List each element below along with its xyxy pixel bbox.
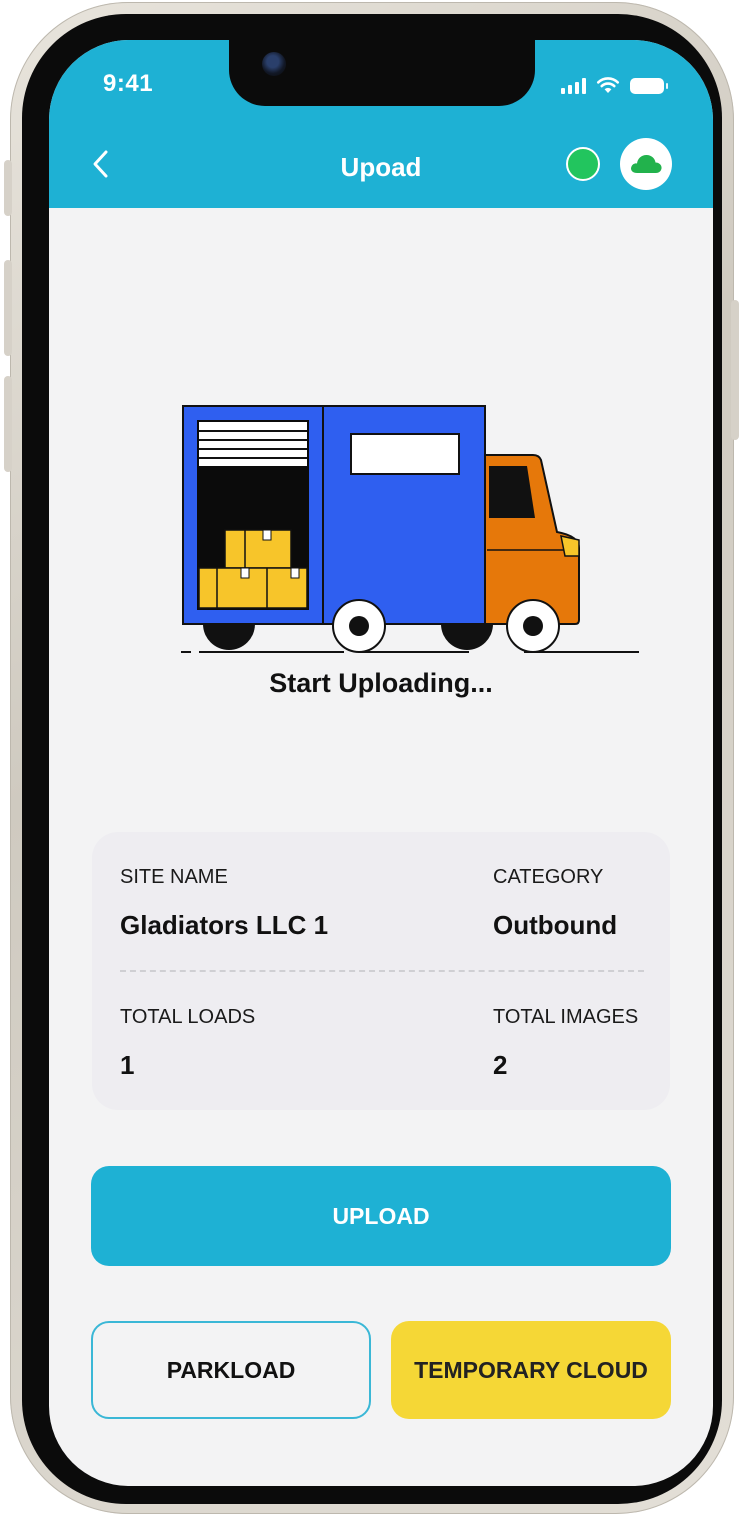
wifi-icon [596,77,620,93]
category-label: CATEGORY [493,866,604,888]
temporary-cloud-button[interactable]: TEMPORARY CLOUD [391,1321,671,1419]
parkload-button[interactable]: PARKLOAD [91,1321,371,1419]
total-loads-value: 1 [120,1050,135,1080]
site-name-value: Gladiators LLC 1 [120,910,329,940]
total-images-value: 2 [493,1050,508,1080]
delivery-truck-illustration [181,405,639,653]
battery-icon [630,78,668,94]
status-time: 9:41 [103,70,154,97]
uploading-caption: Start Uploading... [269,668,493,698]
connection-status-dot [566,147,600,181]
category-value: Outbound [493,910,618,940]
phone-side-button [4,260,12,356]
cloud-icon [631,155,662,173]
camera-icon [262,52,286,76]
page-title: Upoad [340,152,422,182]
app-screen: 9:41 Upoad Start Uploading... SITE NAME … [49,40,713,1486]
signal-icon [561,78,586,94]
total-loads-label: TOTAL LOADS [120,1006,256,1028]
phone-side-button [4,376,12,472]
cloud-button[interactable] [620,138,672,190]
status-icons [561,76,668,94]
phone-side-button [731,300,739,440]
phone-side-button [4,160,12,216]
divider [120,970,644,972]
upload-summary-card: SITE NAME Gladiators LLC 1 CATEGORY Outb… [92,832,670,1110]
site-name-label: SITE NAME [120,866,228,888]
total-images-label: TOTAL IMAGES [493,1006,639,1028]
upload-button[interactable]: UPLOAD [91,1166,671,1266]
app-header: 9:41 Upoad [49,40,713,208]
